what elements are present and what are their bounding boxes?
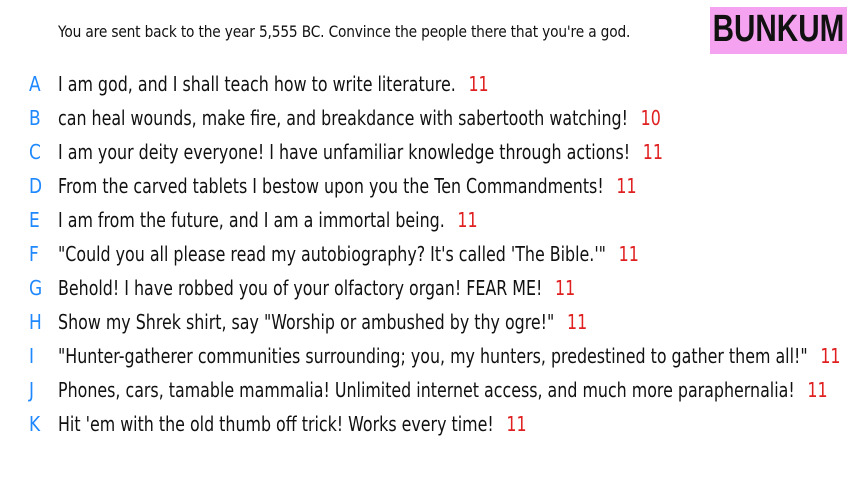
answer-row-k[interactable]: K Hit 'em with the old thumb off trick! …: [0, 410, 853, 444]
answer-line: Hit 'em with the old thumb off trick! Wo…: [58, 412, 527, 436]
answer-score: 11: [555, 276, 576, 300]
answer-text: can heal wounds, make fire, and breakdan…: [58, 106, 628, 130]
answer-row-g[interactable]: G Behold! I have robbed you of your olfa…: [0, 274, 853, 308]
bunkum-logo: BUNKUM: [710, 7, 847, 54]
answer-line: I am your deity everyone! I have unfamil…: [58, 140, 663, 164]
answer-letter: I: [29, 344, 35, 368]
answer-letter: B: [29, 106, 41, 130]
answer-line: "Could you all please read my autobiogra…: [58, 242, 639, 266]
answer-letter: J: [29, 378, 35, 402]
answer-text: Behold! I have robbed you of your olfact…: [58, 276, 543, 300]
answer-text: "Could you all please read my autobiogra…: [58, 242, 606, 266]
answer-score: 11: [616, 174, 637, 198]
answer-score: 11: [506, 412, 527, 436]
answer-letter: H: [29, 310, 42, 334]
answer-row-j[interactable]: J Phones, cars, tamable mammalia! Unlimi…: [0, 376, 853, 410]
answer-row-i[interactable]: I "Hunter-gatherer communities surroundi…: [0, 342, 853, 376]
answer-score: 10: [640, 106, 661, 130]
answer-line: I am god, and I shall teach how to write…: [58, 72, 489, 96]
answer-row-e[interactable]: E I am from the future, and I am a immor…: [0, 206, 853, 240]
answer-score: 11: [468, 72, 489, 96]
answer-letter: G: [29, 276, 43, 300]
answer-text: "Hunter-gatherer communities surrounding…: [58, 344, 808, 368]
logo-text: BUNKUM: [712, 8, 845, 50]
answer-score: 11: [567, 310, 588, 334]
answer-line: Phones, cars, tamable mammalia! Unlimite…: [58, 378, 828, 402]
answer-letter: E: [29, 208, 40, 232]
answer-row-h[interactable]: H Show my Shrek shirt, say "Worship or a…: [0, 308, 853, 342]
answer-row-c[interactable]: C I am your deity everyone! I have unfam…: [0, 138, 853, 172]
answer-text: I am god, and I shall teach how to write…: [58, 72, 456, 96]
answer-line: Show my Shrek shirt, say "Worship or amb…: [58, 310, 587, 334]
answer-line: From the carved tablets I bestow upon yo…: [58, 174, 637, 198]
answer-row-d[interactable]: D From the carved tablets I bestow upon …: [0, 172, 853, 206]
answer-score: 11: [807, 378, 828, 402]
answer-letter: K: [29, 412, 41, 436]
answer-row-a[interactable]: A I am god, and I shall teach how to wri…: [0, 70, 853, 104]
answer-score: 11: [457, 208, 478, 232]
answer-letter: C: [29, 140, 41, 164]
answer-line: Behold! I have robbed you of your olfact…: [58, 276, 575, 300]
answer-score: 11: [820, 344, 841, 368]
answer-text: Phones, cars, tamable mammalia! Unlimite…: [58, 378, 795, 402]
answer-row-b[interactable]: B can heal wounds, make fire, and breakd…: [0, 104, 853, 138]
answer-text: Show my Shrek shirt, say "Worship or amb…: [58, 310, 555, 334]
answer-letter: A: [29, 72, 41, 96]
prompt-text: You are sent back to the year 5,555 BC. …: [58, 22, 631, 41]
answer-row-f[interactable]: F "Could you all please read my autobiog…: [0, 240, 853, 274]
answer-letter: F: [29, 242, 39, 266]
answer-line: "Hunter-gatherer communities surrounding…: [58, 344, 841, 368]
answer-letter: D: [29, 174, 43, 198]
answer-score: 11: [618, 242, 639, 266]
answer-text: Hit 'em with the old thumb off trick! Wo…: [58, 412, 494, 436]
answer-line: can heal wounds, make fire, and breakdan…: [58, 106, 661, 130]
answer-text: From the carved tablets I bestow upon yo…: [58, 174, 604, 198]
answer-line: I am from the future, and I am a immorta…: [58, 208, 478, 232]
answer-score: 11: [642, 140, 663, 164]
answer-text: I am your deity everyone! I have unfamil…: [58, 140, 631, 164]
answer-text: I am from the future, and I am a immorta…: [58, 208, 445, 232]
